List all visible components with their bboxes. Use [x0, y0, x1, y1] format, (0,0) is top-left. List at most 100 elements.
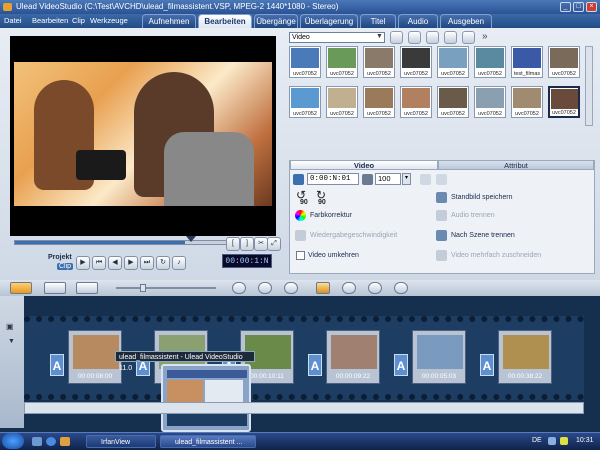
record-icon[interactable]	[342, 282, 356, 294]
library-thumbnail[interactable]: uvc07052	[474, 46, 506, 78]
library-category-select[interactable]: Video	[289, 32, 385, 43]
library-scrollbar[interactable]	[585, 46, 593, 126]
go-start-icon[interactable]: ⏮	[92, 256, 106, 270]
volume-input[interactable]: 100	[375, 173, 401, 185]
mix-icon[interactable]	[368, 282, 382, 294]
taskbar-item-irfanview[interactable]: IrfanView	[86, 435, 156, 448]
clip-label[interactable]: Clip	[57, 263, 74, 270]
library-thumbnail[interactable]: uvc07052	[474, 86, 506, 118]
tab-attribut[interactable]: Attribut	[438, 160, 594, 170]
library-thumbnail[interactable]: uvc07052	[289, 86, 321, 118]
transition-slot[interactable]: A	[50, 354, 64, 376]
transition-slot[interactable]: A	[394, 354, 408, 376]
menu-datei[interactable]: Datei	[4, 14, 22, 28]
duration-input[interactable]: 0:00:N:01	[307, 173, 359, 185]
quicklaunch-folder-icon[interactable]	[60, 437, 70, 446]
timecode-display[interactable]: 00:00:1:N	[222, 254, 272, 268]
wiedergabe-label[interactable]: Wiedergabegeschwindigkeit	[310, 232, 397, 239]
transition-slot[interactable]: A	[480, 354, 494, 376]
nach-szene-label[interactable]: Nach Szene trennen	[451, 232, 515, 239]
audio-view-icon[interactable]	[76, 282, 98, 294]
standbild-label[interactable]: Standbild speichern	[451, 194, 513, 201]
quicklaunch-browser-icon[interactable]	[46, 437, 56, 446]
minimize-button[interactable]: _	[560, 2, 571, 12]
library-thumbnail[interactable]: uvc07052	[400, 46, 432, 78]
cut-button[interactable]: ✂	[254, 237, 268, 251]
go-end-icon[interactable]: ⏭	[140, 256, 154, 270]
timeline-clip[interactable]: 00:00:09:22	[326, 330, 380, 384]
library-thumbnail[interactable]: uvc07052	[289, 46, 321, 78]
mark-in-button[interactable]: [	[226, 237, 240, 251]
fullscreen-button[interactable]: ⤢	[267, 237, 281, 251]
tab-ueberlagerung[interactable]: Überlagerung	[300, 14, 358, 28]
transition-slot[interactable]: A	[308, 354, 322, 376]
capture-icon[interactable]	[426, 31, 439, 44]
timeline-clip[interactable]: 00:00:05:03	[412, 330, 466, 384]
tab-video[interactable]: Video	[290, 160, 438, 170]
audio-trennen-label[interactable]: Audio trennen	[451, 212, 495, 219]
sort-icon[interactable]	[462, 31, 475, 44]
close-button[interactable]: ×	[586, 2, 597, 12]
timeline-view-icon[interactable]	[44, 282, 66, 294]
menu-bearbeiten[interactable]: Bearbeiten	[32, 14, 68, 28]
timeline-clip[interactable]: 00:00:08:00	[68, 330, 122, 384]
auto-music-icon[interactable]	[394, 282, 408, 294]
smart-proxy-icon[interactable]	[232, 282, 246, 294]
tray-icon[interactable]	[560, 437, 568, 445]
zoom-slider[interactable]	[116, 287, 216, 289]
video-umkehren-label[interactable]: Video umkehren	[308, 252, 359, 259]
mehrfach-label[interactable]: Video mehrfach zuschneiden	[451, 252, 541, 259]
taskbar-item-ulead[interactable]: ulead_filmassistent ...	[160, 435, 256, 448]
library-thumbnail[interactable]: uvc07052	[437, 46, 469, 78]
menu-clip[interactable]: Clip	[72, 14, 85, 28]
library-thumbnail[interactable]: uvc07052	[548, 46, 580, 78]
tab-audio[interactable]: Audio	[398, 14, 438, 28]
chevron-down-icon[interactable]: ▼	[8, 338, 15, 345]
start-button[interactable]	[2, 433, 24, 449]
projekt-label[interactable]: Projekt	[48, 254, 72, 261]
library-thumbnail[interactable]: uvc07052	[363, 46, 395, 78]
tab-titel[interactable]: Titel	[360, 14, 396, 28]
video-umkehren-checkbox[interactable]	[296, 251, 305, 260]
prev-frame-icon[interactable]: ◀	[108, 256, 122, 270]
import-icon[interactable]	[408, 31, 421, 44]
fade-out-icon[interactable]	[436, 174, 447, 185]
library-thumbnail[interactable]: uvc07052	[437, 86, 469, 118]
storyboard-view-icon[interactable]	[10, 282, 32, 294]
tab-ausgeben[interactable]: Ausgeben	[440, 14, 492, 28]
tab-uebergaenge[interactable]: Übergänge	[254, 14, 298, 28]
tray-icon[interactable]	[548, 437, 556, 445]
taskbar-preview-popup[interactable]	[161, 364, 251, 432]
library-thumbnail[interactable]: uvc07052	[363, 86, 395, 118]
track-icon[interactable]: ▣	[6, 322, 14, 331]
quicklaunch-desktop-icon[interactable]	[32, 437, 42, 446]
menu-werkzeuge[interactable]: Werkzeuge	[90, 14, 128, 28]
play-icon[interactable]: ▶	[76, 256, 90, 270]
maximize-button[interactable]: □	[573, 2, 584, 12]
repeat-icon[interactable]: ↻	[156, 256, 170, 270]
volume-icon[interactable]: ♪	[172, 256, 186, 270]
library-thumbnail[interactable]: uvc07052	[400, 86, 432, 118]
fade-in-icon[interactable]	[420, 174, 431, 185]
timeline-scrollbar[interactable]	[24, 402, 584, 414]
volume-dropdown[interactable]: ▾	[402, 173, 411, 185]
language-indicator[interactable]: DE	[532, 433, 542, 449]
redo-icon[interactable]	[284, 282, 298, 294]
mark-out-button[interactable]: ]	[240, 237, 254, 251]
library-thumbnail[interactable]: uvc07052	[326, 46, 358, 78]
chevron-down-icon[interactable]: ▼	[376, 33, 383, 40]
library-thumbnail[interactable]: test_filmas	[511, 46, 543, 78]
timeline-clip[interactable]: 00:00:38:22	[498, 330, 552, 384]
open-folder-icon[interactable]	[390, 31, 403, 44]
undo-icon[interactable]	[258, 282, 272, 294]
playhead-marker[interactable]	[186, 236, 196, 242]
library-thumbnail[interactable]: uvc07052	[548, 86, 580, 118]
farbkorrektur-label[interactable]: Farbkorrektur	[310, 212, 352, 219]
library-thumbnail[interactable]: uvc07052	[511, 86, 543, 118]
library-manager-icon[interactable]	[444, 31, 457, 44]
library-thumbnail[interactable]: uvc07052	[326, 86, 358, 118]
movie-wizard-icon[interactable]	[316, 282, 330, 294]
zoom-slider-thumb[interactable]	[140, 284, 146, 292]
tab-aufnehmen[interactable]: Aufnehmen	[142, 14, 196, 28]
tab-bearbeiten[interactable]: Bearbeiten	[198, 14, 252, 28]
